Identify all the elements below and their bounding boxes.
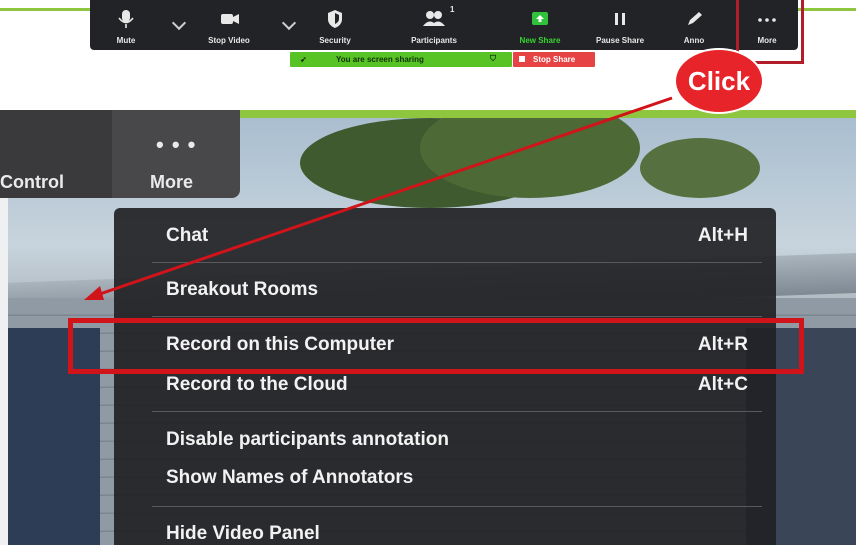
stop-share-label: Stop Share (533, 55, 576, 64)
mute-button[interactable]: Mute (106, 0, 146, 50)
meeting-toolbar: Mute Stop Video Security 1 Participants … (90, 0, 798, 50)
share-up-arrow-icon (510, 9, 570, 29)
new-share-label: New Share (519, 36, 561, 45)
menu-item-chat[interactable]: Chat Alt+H (166, 216, 748, 256)
stop-video-label: Stop Video (208, 36, 250, 45)
menu-divider (152, 506, 762, 507)
new-share-button[interactable]: New Share (510, 0, 570, 50)
menu-item-label: Show Names of Annotators (166, 467, 414, 488)
pause-icon (588, 9, 652, 29)
security-label: Security (319, 36, 351, 45)
menu-divider (152, 262, 762, 263)
participants-count: 1 (450, 5, 455, 14)
menu-item-label: Disable participants annotation (166, 429, 449, 450)
stop-video-button[interactable]: Stop Video (200, 0, 258, 50)
menu-item-shortcut: Alt+H (697, 225, 748, 246)
menu-item-disable-annotation[interactable]: Disable participants annotation (166, 420, 748, 460)
chevron-down-icon[interactable] (171, 15, 187, 31)
shield-icon: ⛉ (490, 54, 496, 63)
chevron-down-icon[interactable] (281, 15, 297, 31)
video-camera-icon (200, 9, 258, 29)
mute-label: Mute (116, 36, 136, 45)
menu-item-shortcut: Alt+C (697, 374, 748, 395)
tree-foliage (640, 138, 760, 198)
pencil-icon (672, 9, 716, 29)
stop-share-button[interactable]: Stop Share (513, 52, 595, 67)
participants-icon: 1 (396, 5, 472, 29)
click-callout: Click (674, 48, 764, 114)
participants-button[interactable]: 1 Participants (396, 0, 472, 50)
menu-divider (152, 316, 762, 317)
menu-item-breakout-rooms[interactable]: Breakout Rooms (166, 270, 748, 310)
menu-item-hide-video-panel[interactable]: Hide Video Panel (166, 514, 748, 554)
menu-divider (152, 411, 762, 412)
share-banner-text: You are screen sharing (336, 55, 424, 64)
security-button[interactable]: Security (310, 0, 360, 50)
record-highlight-box (68, 318, 804, 374)
menu-item-label: Breakout Rooms (166, 279, 319, 300)
annotate-button[interactable]: Anno (672, 0, 716, 50)
participants-label: Participants (411, 36, 457, 45)
more-label: More (150, 172, 194, 192)
more-dropdown-menu: Chat Alt+H Breakout Rooms Record on this… (114, 208, 776, 545)
pause-share-button[interactable]: Pause Share (588, 0, 652, 50)
pause-share-label: Pause Share (595, 36, 645, 45)
menu-item-label: Hide Video Panel (166, 523, 320, 544)
shield-icon (310, 9, 360, 29)
menu-item-label: Record to the Cloud (166, 374, 348, 395)
screen-sharing-banner: ➶ You are screen sharing ⛉ (290, 52, 512, 67)
ellipsis-icon: • • • (156, 132, 197, 157)
annotate-label: Anno (683, 36, 705, 45)
stop-square-icon (519, 56, 525, 62)
microphone-icon (106, 9, 146, 29)
menu-item-label: Chat (166, 225, 209, 246)
share-arrow-icon: ➶ (300, 55, 307, 64)
menu-item-show-annotator-names[interactable]: Show Names of Annotators (166, 458, 748, 498)
control-label: Control (0, 172, 64, 192)
